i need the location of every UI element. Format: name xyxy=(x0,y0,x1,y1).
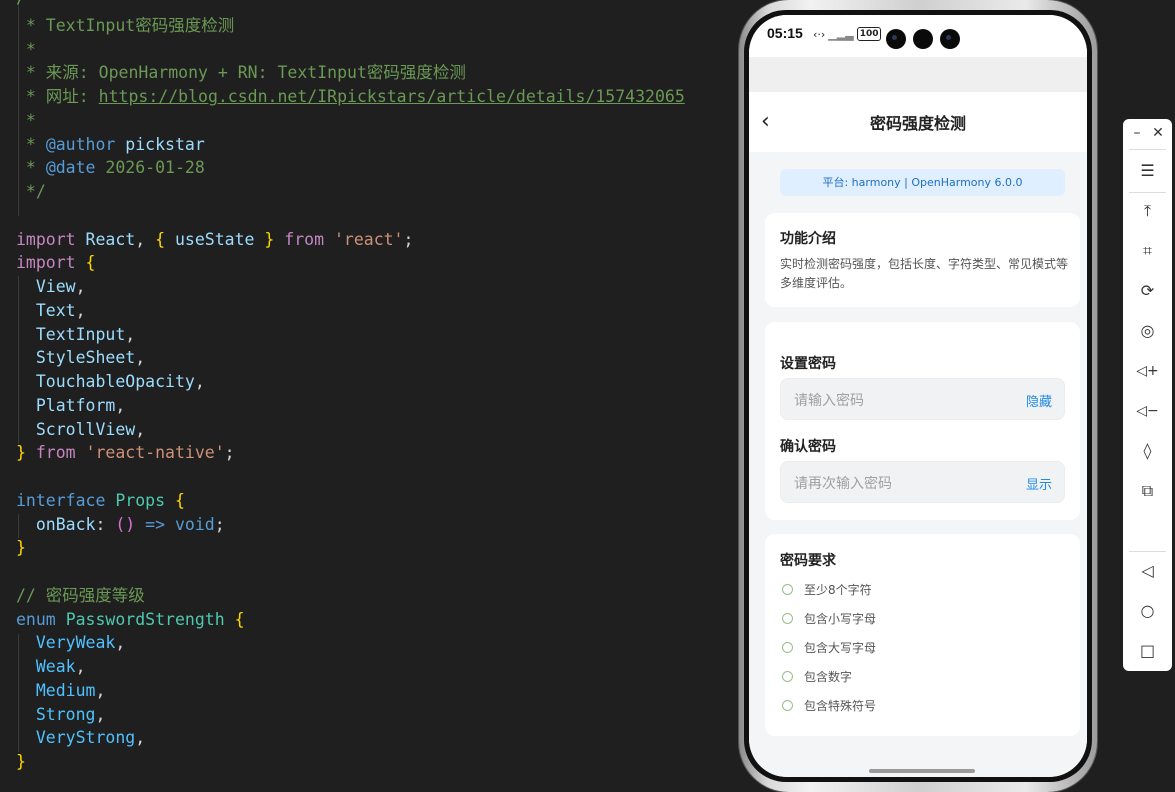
code-line: VeryStrong, xyxy=(35,728,146,747)
requirement-item: 至少8个字符 xyxy=(782,581,872,598)
close-icon[interactable]: ✕ xyxy=(1146,119,1170,147)
code-line: * @author pickstar xyxy=(16,133,205,157)
code-line: import React, { useState } from 'react'; xyxy=(16,230,414,249)
requirement-item: 包含大写字母 xyxy=(782,639,876,656)
camera-icon xyxy=(940,29,960,49)
code-line: VeryWeak, xyxy=(35,633,126,652)
code-line: } xyxy=(16,752,26,771)
code-line: enum PasswordStrength { xyxy=(16,610,245,629)
jsdoc-tag: @author xyxy=(45,135,116,154)
code-line: // 密码强度等级 xyxy=(16,586,145,605)
set-password-label: 设置密码 xyxy=(780,356,836,372)
comment-text: * 网址: xyxy=(16,87,99,106)
code-line: * xyxy=(16,40,36,59)
circle-icon xyxy=(782,613,793,624)
code-line: * @date 2026-01-28 xyxy=(16,156,205,180)
requirements-card: 密码要求 至少8个字符 包含小写字母 包含大写字母 包含数字 包含特殊符号 xyxy=(765,534,1080,736)
code-line: Medium, xyxy=(35,681,106,700)
emulator-toolbar: – ✕ ☰ ⤒ ⌗ ⟳ ◎ ◁+ ◁− ◊ ⧉ ◁ ○ □ xyxy=(1123,119,1172,671)
nav-header: ‹ 密码强度检测 xyxy=(749,92,1087,152)
menu-icon[interactable]: ☰ xyxy=(1123,157,1172,185)
shake-icon[interactable]: ◊ xyxy=(1123,437,1172,465)
code-line: * TextInput密码强度检测 xyxy=(16,16,235,35)
code-line: * 网址: https://blog.csdn.net/IRpickstars/… xyxy=(16,85,685,109)
phone-screen[interactable]: 05:15 ‹·› ▁▂▃ 100 ‹ 密码强度检测 平台: harmony |… xyxy=(749,15,1087,777)
comment-text: * xyxy=(16,135,46,154)
toolbar-divider xyxy=(1129,192,1166,193)
jsdoc-tag: @date xyxy=(45,158,96,177)
phone-bezel: 05:15 ‹·› ▁▂▃ 100 ‹ 密码强度检测 平台: harmony |… xyxy=(744,10,1092,782)
status-time: 05:15 xyxy=(767,25,803,41)
intro-card: 功能介绍 实时检测密码强度，包括长度、字符类型、常见模式等多维度评估。 xyxy=(765,213,1080,307)
code-line: */ xyxy=(16,182,46,201)
code-line: Text, xyxy=(35,301,86,320)
code-line: onBack: () => void; xyxy=(35,515,225,534)
code-line: } from 'react-native'; xyxy=(16,443,235,462)
code-line: TouchableOpacity, xyxy=(35,372,205,391)
status-icons: ‹·› ▁▂▃ 100 xyxy=(813,27,882,41)
source-link[interactable]: https://blog.csdn.net/IRpickstars/articl… xyxy=(99,87,685,106)
camera-icon xyxy=(886,29,906,49)
volume-down-icon[interactable]: ◁− xyxy=(1123,397,1172,425)
code-line: Platform, xyxy=(35,396,126,415)
toolbar-divider xyxy=(1129,551,1166,552)
circle-icon xyxy=(782,584,793,595)
signal-icon: ▁▂▃ xyxy=(828,27,854,41)
page-title: 密码强度检测 xyxy=(869,114,966,133)
code-line: ScrollView, xyxy=(35,420,146,439)
code-line: TextInput, xyxy=(35,325,136,344)
jsdoc-value: 2026-01-28 xyxy=(105,158,205,177)
circle-icon xyxy=(782,642,793,653)
rotate-icon[interactable]: ⟳ xyxy=(1123,277,1172,305)
show-password-toggle[interactable]: 显示 xyxy=(1026,474,1052,493)
password-placeholder: 请输入密码 xyxy=(794,393,864,409)
requirement-item: 包含特殊符号 xyxy=(782,697,876,714)
screenshot-icon[interactable]: ◎ xyxy=(1123,317,1172,345)
confirm-password-input[interactable]: 请再次输入密码 显示 xyxy=(780,461,1065,503)
recents-icon[interactable]: □ xyxy=(1123,637,1172,665)
hide-password-toggle[interactable]: 隐藏 xyxy=(1026,391,1052,410)
jsdoc-value: pickstar xyxy=(125,135,205,154)
home-indicator[interactable] xyxy=(869,769,975,773)
requirements-title: 密码要求 xyxy=(780,553,836,569)
code-line: Weak, xyxy=(35,657,86,676)
camera-icon xyxy=(913,29,933,49)
platform-badge: 平台: harmony | OpenHarmony 6.0.0 xyxy=(780,169,1065,196)
password-input[interactable]: 请输入密码 隐藏 xyxy=(780,378,1065,420)
code-line: * xyxy=(16,111,36,130)
confirm-placeholder: 请再次输入密码 xyxy=(794,476,892,492)
intro-description: 实时检测密码强度，包括长度、字符类型、常见模式等多维度评估。 xyxy=(780,257,1069,290)
home-icon[interactable]: ○ xyxy=(1123,597,1172,625)
battery-icon: 100 xyxy=(856,27,882,41)
toolbar-divider xyxy=(1129,149,1166,150)
code-line: /** xyxy=(16,0,46,10)
comment-text: * xyxy=(16,158,46,177)
code-line: Strong, xyxy=(35,705,106,724)
confirm-password-label: 确认密码 xyxy=(780,439,836,455)
circle-icon xyxy=(782,700,793,711)
phone-frame: 05:15 ‹·› ▁▂▃ 100 ‹ 密码强度检测 平台: harmony |… xyxy=(739,0,1097,792)
code-line: import { xyxy=(16,253,96,272)
scroll-content[interactable]: 平台: harmony | OpenHarmony 6.0.0 功能介绍 实时检… xyxy=(749,152,1087,777)
requirement-item: 包含小写字母 xyxy=(782,610,876,627)
multi-device-icon[interactable]: ⧉ xyxy=(1123,477,1172,505)
status-bar: 05:15 ‹·› ▁▂▃ 100 xyxy=(749,15,1087,57)
data-transfer-icon: ‹·› xyxy=(813,27,826,41)
password-card: 设置密码 请输入密码 隐藏 确认密码 请再次输入密码 显示 xyxy=(765,322,1080,520)
code-line: View, xyxy=(35,277,86,296)
code-line: interface Props { xyxy=(16,491,185,510)
code-line: StyleSheet, xyxy=(35,348,146,367)
pin-top-icon[interactable]: ⤒ xyxy=(1123,197,1172,225)
requirement-item: 包含数字 xyxy=(782,668,852,685)
code-line: } xyxy=(16,538,26,557)
top-spacer xyxy=(749,57,1087,92)
intro-title: 功能介绍 xyxy=(780,231,836,247)
volume-up-icon[interactable]: ◁+ xyxy=(1123,357,1172,385)
circle-icon xyxy=(782,671,793,682)
code-line: * 来源: OpenHarmony + RN: TextInput密码强度检测 xyxy=(16,63,466,82)
back-icon[interactable]: ◁ xyxy=(1123,557,1172,585)
crop-icon[interactable]: ⌗ xyxy=(1123,237,1172,265)
